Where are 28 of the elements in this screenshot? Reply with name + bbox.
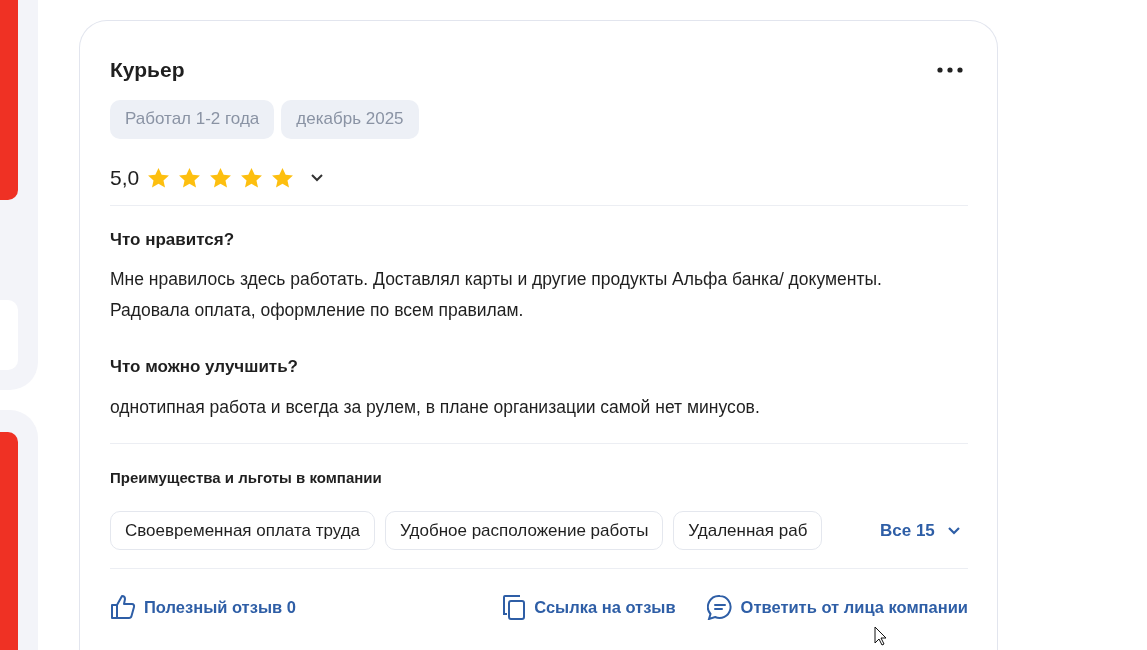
- chat-bubble-icon: [706, 594, 733, 620]
- helpful-button[interactable]: Полезный отзыв 0: [110, 594, 296, 620]
- benefit-chip: Удаленная раб: [673, 511, 823, 550]
- star-icon: [209, 166, 233, 189]
- tag: Работал 1-2 года: [110, 99, 275, 139]
- section-heading: Что можно улучшить?: [110, 356, 299, 378]
- benefit-chip: Удобное расположение работы: [385, 511, 664, 550]
- show-all-button[interactable]: Все 15: [880, 517, 961, 544]
- chevron-down-icon: [946, 526, 961, 535]
- review-text: однотипная работа и всегда за рулем, в плане организации самой нет минусов.: [110, 395, 761, 419]
- thumbs-up-icon: [110, 594, 136, 620]
- review-link[interactable]: Ссылка на отзыв: [502, 594, 676, 620]
- review-text: Мне нравилось здесь работать. Доставлял карты и другие продукты Альфа банка/ документы. Радовала оплата, оформление по всем правилам.: [110, 268, 883, 322]
- rating-value: 5,0: [110, 164, 140, 191]
- star-icon: [178, 166, 202, 189]
- copy-icon: [502, 594, 527, 620]
- chevron-down-icon[interactable]: [310, 173, 325, 182]
- star-icon: [147, 166, 171, 189]
- mouse-cursor-icon: [874, 626, 887, 646]
- reply-link[interactable]: Ответить от лица компании: [706, 594, 968, 620]
- star-icon: [240, 166, 264, 189]
- star-icon: [271, 166, 295, 189]
- position-title: Курьер: [110, 57, 185, 83]
- benefits-heading: Преимущества и льготы в компании: [110, 467, 383, 488]
- benefit-chip: Своевременная оплата труда: [110, 511, 376, 550]
- tag: декабрь 2025: [281, 99, 419, 139]
- more-icon[interactable]: [937, 66, 963, 73]
- section-heading: Что нравится?: [110, 228, 236, 251]
